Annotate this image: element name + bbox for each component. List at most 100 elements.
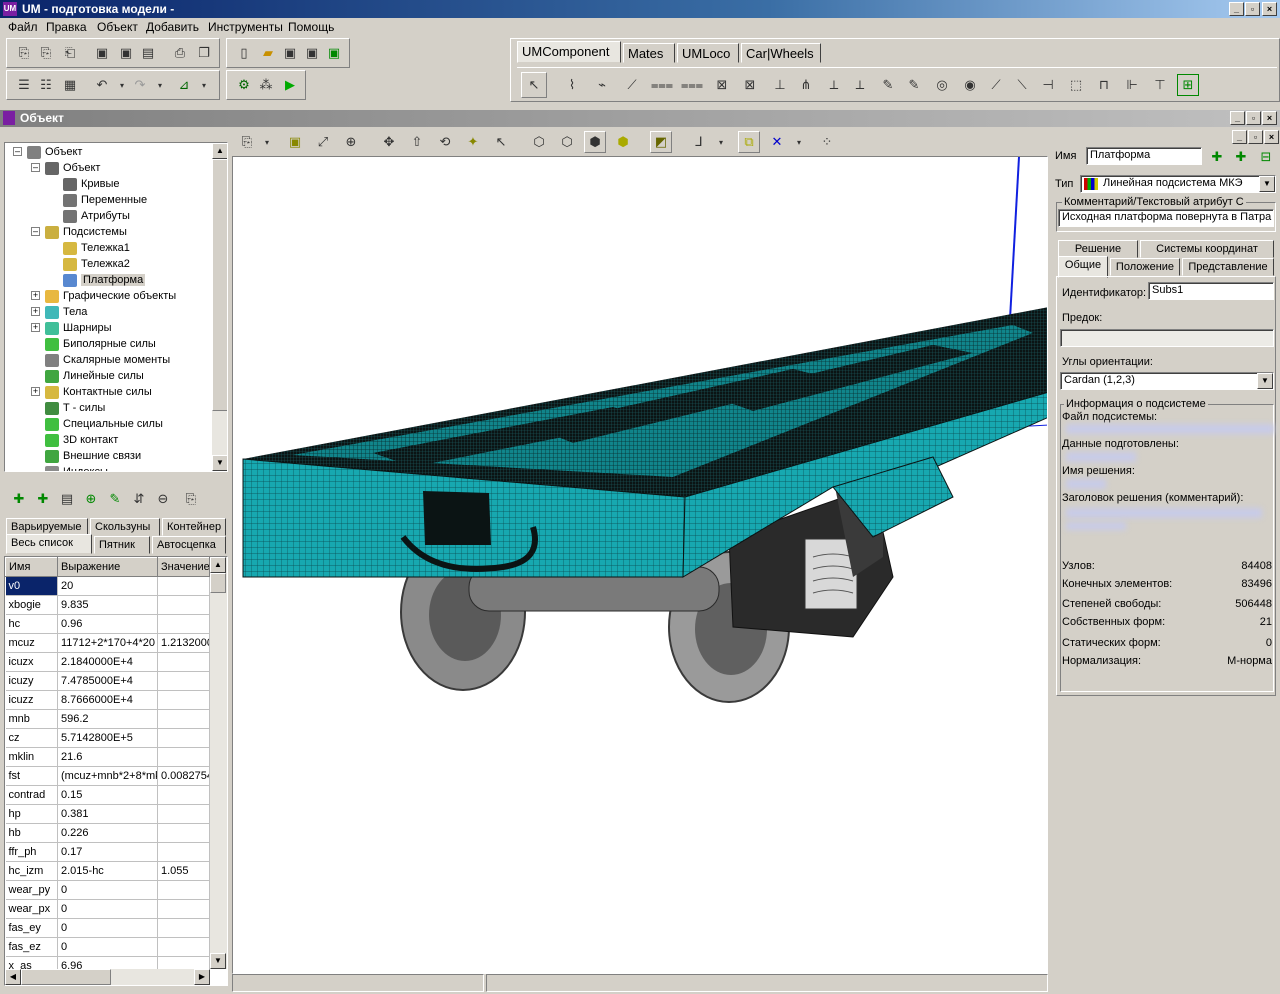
param-cell-name[interactable]: xbogie <box>5 595 58 615</box>
axes-dropdown-icon[interactable]: ▾ <box>710 131 732 153</box>
add-param2-icon[interactable]: ✚ <box>32 488 54 510</box>
table-row[interactable]: wear_py 0 <box>5 880 210 900</box>
table-row[interactable]: ffr_ph 0.17 <box>5 842 210 862</box>
parent-field[interactable] <box>1060 329 1274 347</box>
param-cell-name[interactable]: fas_ey <box>5 918 58 938</box>
tab-full-list[interactable]: Весь список <box>6 534 92 554</box>
param-cell-name[interactable]: fst <box>5 766 58 786</box>
tree-expander[interactable]: + <box>31 307 40 316</box>
pointer-tool-icon[interactable]: ↖ <box>521 72 547 98</box>
param-cell-name[interactable]: v0 <box>5 576 58 596</box>
name-field[interactable]: Платформа <box>1086 147 1202 165</box>
param-cell-expression[interactable]: 0 <box>57 937 158 957</box>
col-header-name[interactable]: Имя <box>5 557 58 577</box>
tab-coupler[interactable]: Автосцепка <box>152 536 226 554</box>
table-row[interactable]: icuzx 2.1840000E+4 <box>5 652 210 672</box>
chart-dropdown-icon[interactable]: ▾ <box>193 74 215 96</box>
damper-tool-icon[interactable]: ⌁ <box>591 74 613 96</box>
panel-close-button[interactable]: × <box>1262 111 1277 125</box>
menu-add[interactable]: Добавить <box>146 20 199 34</box>
param-cell-value[interactable] <box>157 576 210 596</box>
lever2-tool-icon[interactable]: ⟍ <box>1011 74 1033 96</box>
param-copy-icon[interactable]: ⎘ <box>180 488 202 510</box>
tree-item[interactable]: Тела <box>45 304 87 320</box>
fork-tool-icon[interactable]: ⋔ <box>795 74 817 96</box>
tree-item[interactable]: 3D контакт <box>45 432 118 448</box>
param-cell-expression[interactable]: 0.381 <box>57 804 158 824</box>
save-all-icon[interactable]: ▣ <box>115 42 137 64</box>
param-cell-expression[interactable]: 21.6 <box>57 747 158 767</box>
view-copy-dropdown-icon[interactable]: ▾ <box>256 131 278 153</box>
tab-coordinate-systems[interactable]: Системы координат <box>1140 240 1274 258</box>
tree-item[interactable]: Кривые <box>63 176 120 192</box>
suspension-tool-icon[interactable]: ⊩ <box>1121 74 1143 96</box>
param-add-row-icon[interactable]: ⊕ <box>80 488 102 510</box>
list-edit-icon[interactable]: ▦ <box>59 74 81 96</box>
tree-scrollbar[interactable]: ▲ ▼ <box>212 143 227 471</box>
scroll-thumb[interactable] <box>212 159 227 411</box>
param-cell-name[interactable]: icuzz <box>5 690 58 710</box>
table-row[interactable]: icuzz 8.7666000E+4 <box>5 690 210 710</box>
param-cell-expression[interactable]: 0 <box>57 918 158 938</box>
param-cell-value[interactable] <box>157 614 210 634</box>
param-cell-expression[interactable]: 7.4785000E+4 <box>57 671 158 691</box>
lever-tool-icon[interactable]: ⟋ <box>985 74 1007 96</box>
cube-wire-icon[interactable]: ⬡ <box>528 131 550 153</box>
wheel-tool-icon[interactable]: ◎ <box>931 74 953 96</box>
col-header-value[interactable]: Значение <box>157 557 210 577</box>
bracket-tool-icon[interactable]: ⊥ <box>769 74 791 96</box>
tab-representation[interactable]: Представление <box>1182 258 1274 276</box>
table-row[interactable]: fas_ey 0 <box>5 918 210 938</box>
param-scroll-thumb[interactable] <box>210 573 226 593</box>
tab-carwheels[interactable]: Car|Wheels <box>741 43 821 63</box>
param-cell-name[interactable]: hc_izm <box>5 861 58 881</box>
param-cell-name[interactable]: mcuz <box>5 633 58 653</box>
panel-minimize-button[interactable]: _ <box>1230 111 1245 125</box>
pencil2-tool-icon[interactable]: ✎ <box>903 74 925 96</box>
frame-tool-icon[interactable]: ⬚ <box>1065 74 1087 96</box>
table-row[interactable]: xbogie 9.835 <box>5 595 210 615</box>
param-cell-value[interactable] <box>157 823 210 843</box>
param-cell-name[interactable]: wear_py <box>5 880 58 900</box>
param-cell-name[interactable]: icuzy <box>5 671 58 691</box>
table-row[interactable]: v0 20 <box>5 576 210 596</box>
tree-item[interactable]: Тележка1 <box>63 240 130 256</box>
type-dropdown-arrow[interactable]: ▼ <box>1259 176 1275 192</box>
param-cell-expression[interactable]: 0 <box>57 880 158 900</box>
cube-solid-icon[interactable]: ⬢ <box>584 131 606 153</box>
table-row[interactable]: mnb 596.2 <box>5 709 210 729</box>
tree-item[interactable]: Платформа <box>63 272 146 288</box>
table-row[interactable]: hp 0.381 <box>5 804 210 824</box>
close-button[interactable]: × <box>1262 2 1277 16</box>
frame2-tool-icon[interactable]: ⊓ <box>1093 74 1115 96</box>
param-cell-expression[interactable]: 596.2 <box>57 709 158 729</box>
maximize-button[interactable]: ▫ <box>1245 2 1260 16</box>
param-cell-name[interactable]: fas_ez <box>5 937 58 957</box>
param-cell-name[interactable]: contrad <box>5 785 58 805</box>
view-edit-icon[interactable]: ▣ <box>284 131 306 153</box>
tree-item[interactable]: Тележка2 <box>63 256 130 272</box>
spring-tool-icon[interactable]: ⌇ <box>561 74 583 96</box>
hinge2-tool-icon[interactable]: ⟂ <box>849 74 871 96</box>
param-cell-expression[interactable]: 2.015-hc <box>57 861 158 881</box>
param-cell-value[interactable] <box>157 842 210 862</box>
chart-icon[interactable]: ⊿ <box>173 74 195 96</box>
param-cell-expression[interactable]: 0.96 <box>57 614 158 634</box>
tree-item[interactable]: Графические объекты <box>45 288 176 304</box>
param-scroll-right[interactable]: ▶ <box>194 969 210 985</box>
table-row[interactable]: fst (mcuz+mnb*2+8*mkl 0.0082754 <box>5 766 210 786</box>
tab-pivot[interactable]: Пятник <box>94 536 150 554</box>
param-cell-name[interactable]: mklin <box>5 747 58 767</box>
view-select-icon[interactable]: ↖ <box>490 131 512 153</box>
print-icon[interactable]: ⎙ <box>169 42 191 64</box>
param-move-icon[interactable]: ⇵ <box>128 488 150 510</box>
param-remove-icon[interactable]: ⊖ <box>152 488 174 510</box>
section-icon[interactable]: ◩ <box>650 131 672 153</box>
angles-dropdown-arrow[interactable]: ▼ <box>1257 373 1273 389</box>
tree-item[interactable]: Внешние связи <box>45 448 141 464</box>
tree-item[interactable]: Объект <box>27 144 82 160</box>
panel-maximize-button[interactable]: ▫ <box>1246 111 1261 125</box>
view-spin-icon[interactable]: ⟲ <box>434 131 456 153</box>
add-element2-icon[interactable]: ✚ <box>1230 146 1252 168</box>
model-build-icon[interactable]: ⚙ <box>233 74 255 96</box>
